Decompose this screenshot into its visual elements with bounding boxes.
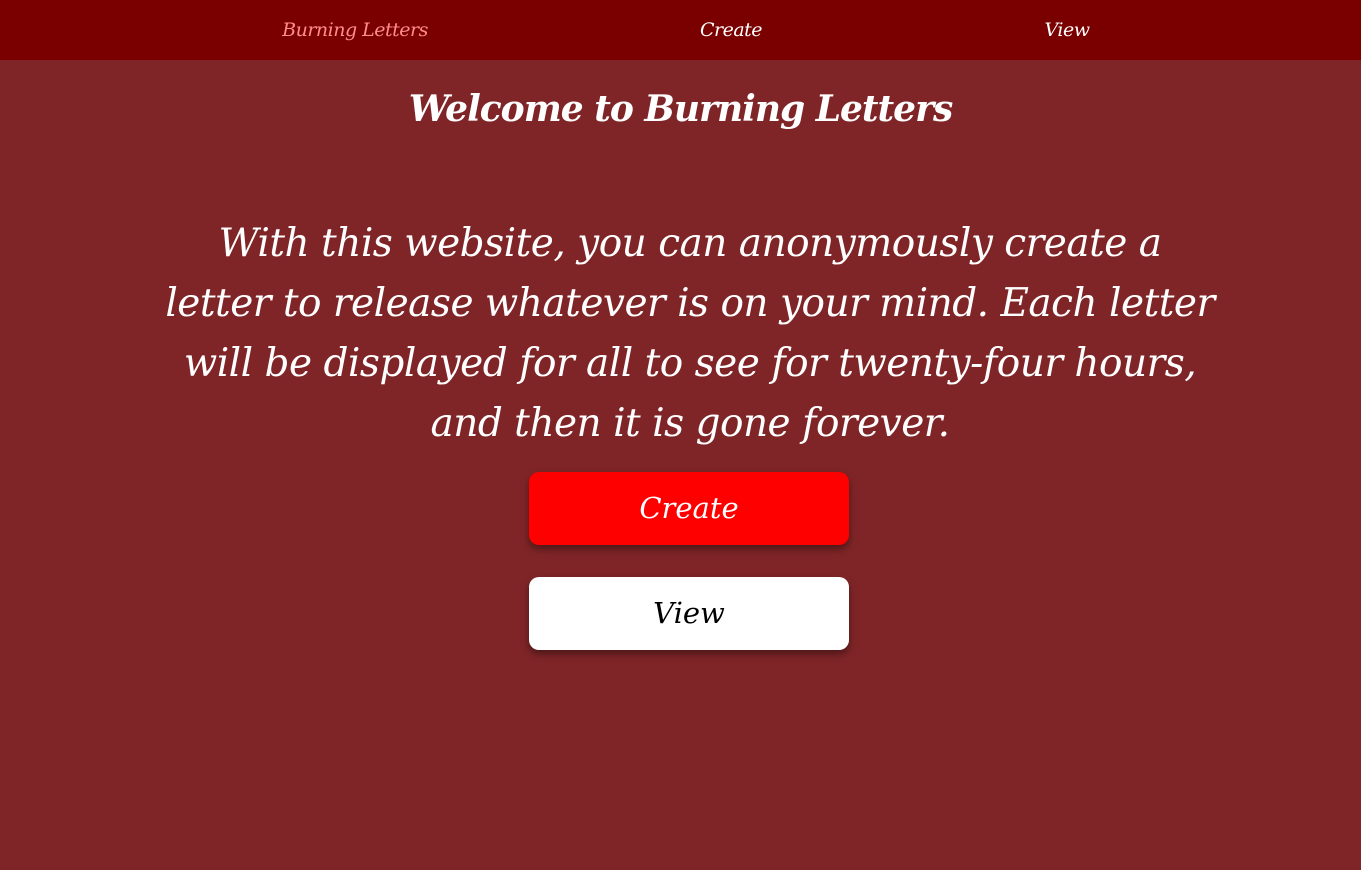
top-navbar: Burning Letters Create View xyxy=(0,0,1361,60)
nav-create-link[interactable]: Create xyxy=(700,0,763,60)
view-button[interactable]: View xyxy=(529,577,849,650)
page-title: Welcome to Burning Letters xyxy=(408,88,954,130)
nav-view-link[interactable]: View xyxy=(1045,0,1090,60)
create-button[interactable]: Create xyxy=(529,472,849,545)
intro-text: With this website, you can anonymously c… xyxy=(165,221,1215,446)
nav-brand-link[interactable]: Burning Letters xyxy=(282,0,428,60)
